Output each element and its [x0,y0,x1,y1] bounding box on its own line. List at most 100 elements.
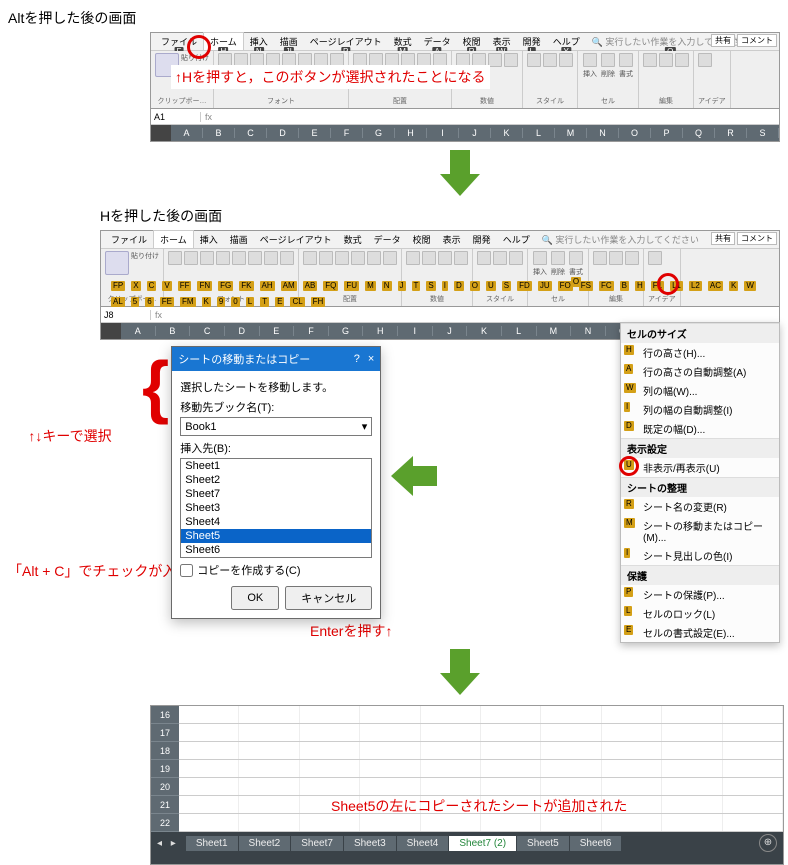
col-header[interactable]: N [571,326,606,336]
cell[interactable] [421,706,481,723]
col-header[interactable]: G [363,128,395,138]
cell[interactable] [481,814,541,831]
cell[interactable] [179,778,239,795]
tool-icon[interactable] [303,251,317,265]
insert-before-listbox[interactable]: Sheet1Sheet2Sheet7Sheet3Sheet4Sheet5Shee… [180,458,372,558]
cell[interactable] [239,814,299,831]
cell[interactable] [300,724,360,741]
tool-icon[interactable] [543,53,557,67]
cell[interactable] [481,760,541,777]
col-header[interactable]: L [502,326,537,336]
col-header[interactable]: S [747,128,779,138]
ribbon-tab-p[interactable]: ページレイアウト [254,231,338,248]
cell[interactable] [723,706,783,723]
cell[interactable] [662,706,722,723]
cell[interactable] [239,706,299,723]
cell[interactable] [541,760,601,777]
copy-checkbox-row[interactable]: コピーを作成する(C) [180,562,372,578]
cell[interactable] [421,778,481,795]
cell[interactable] [421,814,481,831]
ribbon-tab-l[interactable]: 開発L [517,33,547,50]
ribbon-tab-f[interactable]: ファイルF [155,33,203,50]
cell[interactable] [421,724,481,741]
ribbon-tab-m[interactable]: 数式 [338,231,368,248]
cell[interactable] [723,724,783,741]
book-combo[interactable]: Book1 ▾ [180,417,372,436]
tell-me-search[interactable]: 🔍 実行したい作業を入力してください [536,231,705,248]
sheet-tab[interactable]: Sheet7 (2) [449,836,516,851]
cell[interactable] [239,778,299,795]
cell[interactable] [300,814,360,831]
name-box-2[interactable]: J8 [101,310,151,320]
cell[interactable] [723,778,783,795]
tool-icon[interactable] [527,53,541,67]
ribbon-tab-r[interactable]: 校閲R [457,33,487,50]
format-icon[interactable] [569,251,583,265]
help-icon[interactable]: ? [354,353,360,365]
cell[interactable] [360,814,420,831]
menu-cell-format[interactable]: Eセルの書式設定(E)... [621,623,779,642]
cell[interactable] [300,742,360,759]
close-icon[interactable]: × [368,353,374,365]
cell[interactable] [602,760,662,777]
cell[interactable] [602,814,662,831]
col-header[interactable]: D [267,128,299,138]
insert-icon[interactable] [583,53,597,67]
cell[interactable] [360,706,420,723]
cell[interactable] [541,814,601,831]
tool-icon[interactable] [319,251,333,265]
cell[interactable] [541,742,601,759]
tool-icon[interactable] [609,251,623,265]
col-header[interactable]: I [427,128,459,138]
ribbon-tab-n[interactable]: 挿入 [194,231,224,248]
cell[interactable] [662,796,722,813]
tool-icon[interactable] [335,251,349,265]
cell[interactable] [481,778,541,795]
row-header[interactable]: 21 [151,796,179,814]
cell[interactable] [723,742,783,759]
col-header[interactable]: J [433,326,468,336]
cell[interactable] [481,724,541,741]
cell[interactable] [421,760,481,777]
tool-icon[interactable] [454,251,468,265]
tool-icon[interactable] [493,251,507,265]
cell[interactable] [179,742,239,759]
tool-icon[interactable] [698,53,712,67]
cell[interactable] [723,814,783,831]
col-header[interactable]: C [235,128,267,138]
copy-checkbox[interactable] [180,564,193,577]
cell[interactable] [421,742,481,759]
cell[interactable] [179,706,239,723]
cell[interactable] [360,760,420,777]
col-header[interactable]: C [190,326,225,336]
tool-icon[interactable] [422,251,436,265]
col-header[interactable]: H [363,326,398,336]
cell[interactable] [541,706,601,723]
tool-icon[interactable] [648,251,662,265]
row-header[interactable]: 17 [151,724,179,742]
cell[interactable] [723,796,783,813]
tool-icon[interactable] [438,251,452,265]
col-header[interactable]: O [619,128,651,138]
tool-icon[interactable] [509,251,523,265]
comment-button-2[interactable]: コメント [737,232,777,245]
tool-icon[interactable] [383,251,397,265]
cell[interactable] [541,724,601,741]
list-item[interactable]: Sheet4 [181,515,371,529]
cell[interactable] [360,724,420,741]
tool-icon[interactable] [232,251,246,265]
cancel-button[interactable]: キャンセル [285,586,372,610]
ribbon-tab-m[interactable]: 数式M [388,33,418,50]
cell[interactable] [602,724,662,741]
ribbon-tab-p[interactable]: ページレイアウトP [304,33,388,50]
row-header[interactable]: 18 [151,742,179,760]
col-header[interactable]: B [203,128,235,138]
list-item[interactable]: Sheet2 [181,473,371,487]
fx-icon-2[interactable]: fx [151,310,166,320]
tool-icon[interactable] [593,251,607,265]
tool-icon[interactable] [488,53,502,67]
cell[interactable] [179,796,239,813]
col-header[interactable]: F [294,326,329,336]
tool-icon[interactable] [200,251,214,265]
list-item[interactable]: (末尾へ移動) [181,557,371,558]
